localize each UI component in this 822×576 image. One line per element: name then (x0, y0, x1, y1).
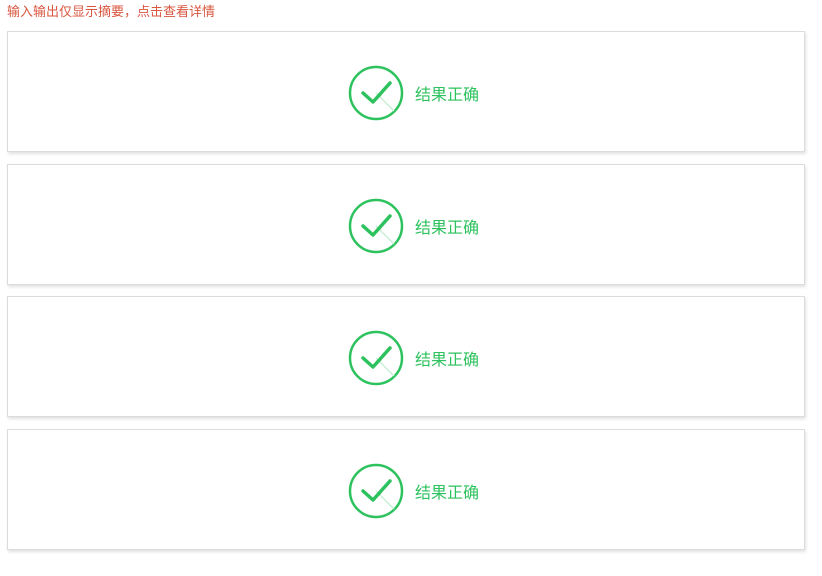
check-circle-icon (348, 463, 404, 519)
test-result-card[interactable]: 结果正确 (7, 429, 805, 550)
test-result-card[interactable]: 结果正确 (7, 164, 805, 285)
test-result-card[interactable]: 结果正确 (7, 31, 805, 152)
check-circle-icon (348, 65, 404, 121)
check-circle-icon (348, 330, 404, 386)
summary-notice: 输入输出仅显示摘要，点击查看详情 (7, 5, 216, 20)
result-status-text: 结果正确 (415, 483, 480, 502)
result-status: 结果正确 (348, 463, 479, 519)
result-status: 结果正确 (348, 198, 479, 254)
result-status-text: 结果正确 (415, 350, 480, 369)
check-circle-icon (348, 198, 404, 254)
test-result-card[interactable]: 结果正确 (7, 296, 805, 417)
result-status: 结果正确 (348, 330, 479, 386)
result-status-text: 结果正确 (415, 218, 480, 237)
result-status-text: 结果正确 (415, 85, 480, 104)
result-status: 结果正确 (348, 65, 479, 121)
